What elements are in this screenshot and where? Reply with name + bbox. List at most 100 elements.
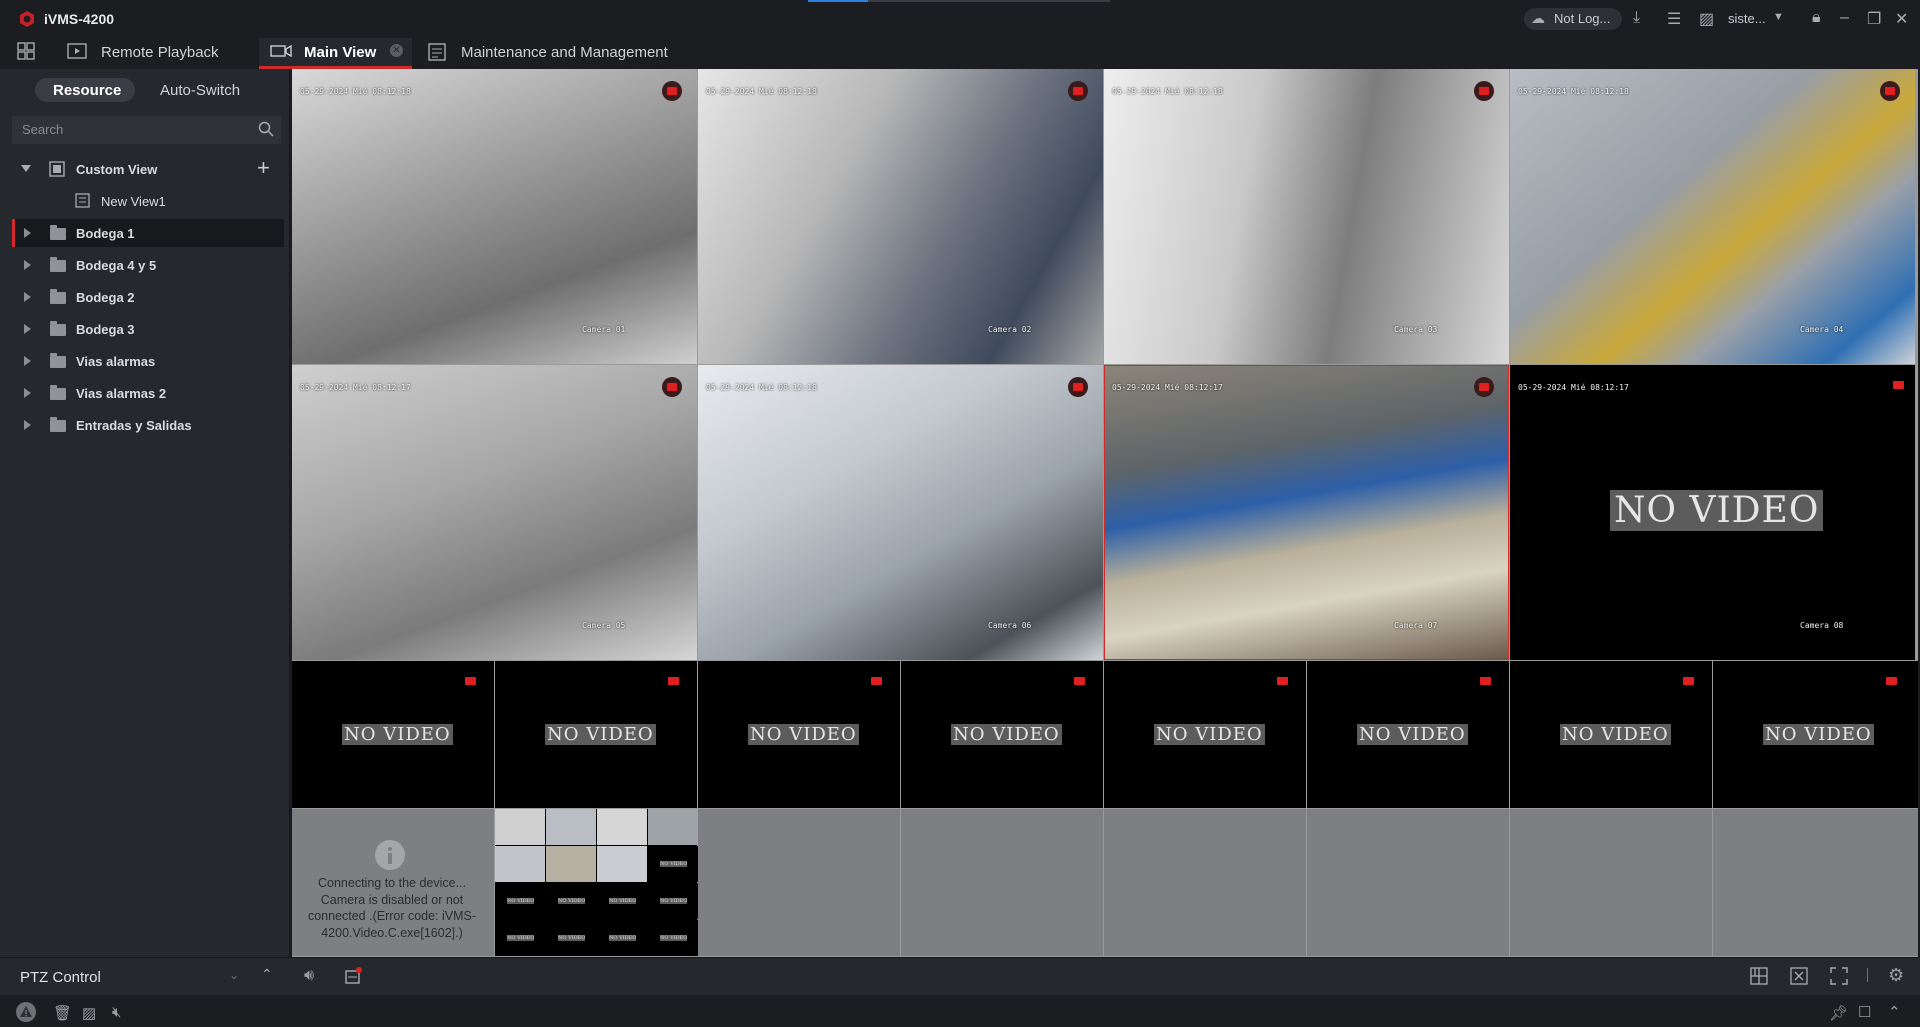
segment-resource-label: Resource: [53, 82, 122, 99]
camera-timestamp: 05-29-2024 Mié 08:12:17: [1112, 383, 1223, 392]
empty-camera-slot[interactable]: [1104, 809, 1306, 956]
thumbnail-no-video: NO VIDEO: [558, 898, 586, 904]
close-icon[interactable]: ✕: [1895, 9, 1908, 29]
empty-camera-slot[interactable]: [698, 809, 900, 956]
camera-view[interactable]: [292, 365, 697, 660]
expand-arrow-icon[interactable]: [24, 388, 31, 398]
segment-auto-switch[interactable]: Auto-Switch: [160, 82, 240, 99]
module-grid-icon[interactable]: [17, 42, 35, 65]
thumbnail-no-video: NO VIDEO: [609, 935, 637, 941]
recording-icon[interactable]: [662, 377, 682, 397]
recording-icon[interactable]: [1068, 377, 1088, 397]
fullscreen-icon[interactable]: [1830, 967, 1848, 990]
thumbnail-no-video: NO VIDEO: [558, 935, 586, 941]
empty-camera-slot[interactable]: [1713, 809, 1918, 956]
recording-icon[interactable]: [662, 81, 682, 101]
recording-icon: [1886, 677, 1897, 685]
thumbnail-tile: [495, 846, 545, 882]
chevron-down-icon[interactable]: ▼: [1773, 11, 1784, 23]
mute-icon[interactable]: 🔇︎: [112, 1004, 121, 1021]
recording-icon[interactable]: [1880, 81, 1900, 101]
add-view-icon[interactable]: +: [257, 157, 270, 179]
recording-icon: [871, 677, 882, 685]
camera-timestamp: 05-29-2024 Mié 08:12:18: [706, 383, 817, 392]
recording-icon: [1683, 677, 1694, 685]
window-icon[interactable]: ☐: [1858, 1003, 1871, 1021]
folder-icon: [50, 257, 66, 272]
resource-group-6[interactable]: Vias alarmas 2: [76, 386, 166, 401]
new-view-item[interactable]: New View1: [101, 194, 166, 209]
trash-icon[interactable]: 🗑︎: [53, 1004, 72, 1022]
search-icon[interactable]: [258, 121, 274, 142]
resource-group-2[interactable]: Bodega 4 y 5: [76, 258, 156, 273]
image-icon[interactable]: ▨: [82, 1004, 96, 1022]
expand-arrow-icon[interactable]: [24, 292, 31, 302]
title-bar: [0, 0, 1920, 38]
thumbnail-tile: [495, 809, 545, 845]
resource-group-7[interactable]: Entradas y Salidas: [76, 418, 192, 433]
camera-view[interactable]: [698, 365, 1103, 660]
tab-maintenance[interactable]: Maintenance and Management: [461, 44, 668, 61]
thumbnail-no-video: NO VIDEO: [609, 898, 637, 904]
layout-icon[interactable]: [1750, 967, 1768, 990]
collapse-arrow-icon[interactable]: [21, 165, 31, 172]
recording-icon: [1480, 677, 1491, 685]
camera-timestamp: 05-29-2024 Mié 08:12:17: [1518, 383, 1629, 392]
lock-icon[interactable]: 🔒︎: [1812, 9, 1821, 27]
custom-view-label[interactable]: Custom View: [76, 162, 157, 177]
user-menu[interactable]: siste...: [1728, 11, 1766, 26]
camera-timestamp: 05-29-2024 Mié 08:12:17: [300, 383, 411, 392]
camera-view[interactable]: [1510, 69, 1915, 364]
resource-group-4[interactable]: Bodega 3: [76, 322, 135, 337]
resource-group-3[interactable]: Bodega 2: [76, 290, 135, 305]
task-list-icon[interactable]: ☰: [1667, 9, 1681, 29]
settings-gear-icon[interactable]: ⚙: [1888, 965, 1904, 986]
ptz-expand-icon[interactable]: ⌃: [261, 966, 273, 983]
expand-arrow-icon[interactable]: [24, 228, 31, 238]
tab-main-view-label: Main View: [304, 44, 377, 61]
expand-arrow-icon[interactable]: [24, 356, 31, 366]
thumbnail-tile: [546, 809, 596, 845]
tab-close-icon[interactable]: ✕: [390, 44, 403, 57]
recording-icon: [668, 677, 679, 685]
ptz-dropdown-icon[interactable]: ⌄: [229, 968, 239, 982]
no-video-label: NO VIDEO: [1357, 724, 1468, 745]
search-placeholder: Search: [22, 122, 64, 137]
empty-camera-slot[interactable]: [1510, 809, 1712, 956]
close-all-icon[interactable]: [1790, 967, 1808, 990]
expand-arrow-icon[interactable]: [24, 324, 31, 334]
tab-remote-playback[interactable]: Remote Playback: [101, 44, 219, 61]
pin-icon[interactable]: 📌︎: [1829, 1004, 1848, 1022]
record-all-icon[interactable]: [344, 967, 362, 990]
alarm-warning-icon[interactable]: [16, 1002, 36, 1022]
app-logo-icon: [18, 10, 36, 28]
picture-icon[interactable]: ▨: [1699, 9, 1714, 29]
camera-view[interactable]: [1104, 69, 1509, 364]
resource-group-5[interactable]: Vias alarmas: [76, 354, 155, 369]
minimize-icon[interactable]: –: [1840, 9, 1849, 27]
recording-icon[interactable]: [1474, 377, 1494, 397]
no-video-label: NO VIDEO: [342, 724, 453, 745]
restore-icon[interactable]: ❐: [1867, 9, 1881, 29]
no-video-label: NO VIDEO: [1154, 724, 1265, 745]
download-icon[interactable]: ⤓: [1633, 9, 1640, 27]
toolbar-divider: [1867, 968, 1868, 982]
expand-up-icon[interactable]: ⌃: [1888, 1003, 1901, 1021]
camera-view[interactable]: [698, 69, 1103, 364]
volume-icon[interactable]: 🔊︎: [304, 967, 314, 985]
empty-camera-slot[interactable]: [901, 809, 1103, 956]
expand-arrow-icon[interactable]: [24, 260, 31, 270]
expand-arrow-icon[interactable]: [24, 420, 31, 430]
empty-camera-slot[interactable]: [1307, 809, 1509, 956]
folder-icon: [50, 417, 66, 432]
custom-view-icon: [49, 161, 65, 182]
recording-icon: [1893, 381, 1904, 389]
camera-view[interactable]: [1104, 365, 1509, 660]
resource-group-1[interactable]: Bodega 1: [76, 226, 135, 241]
ptz-control-label[interactable]: PTZ Control: [20, 969, 101, 986]
camera-view[interactable]: [292, 69, 697, 364]
recording-icon[interactable]: [1068, 81, 1088, 101]
recording-icon[interactable]: [1474, 81, 1494, 101]
folder-icon: [50, 353, 66, 368]
camera-name-label: Camera 05: [582, 621, 626, 630]
